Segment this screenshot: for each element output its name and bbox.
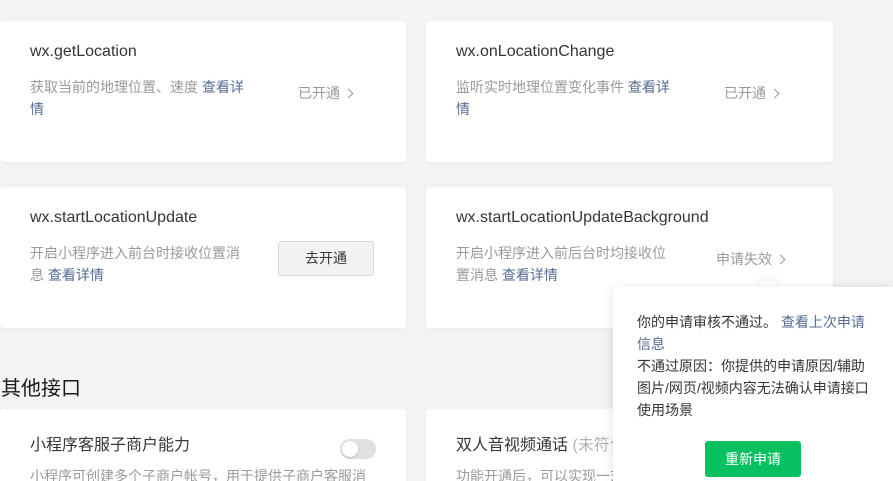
api-description-text: 监听实时地理位置变化事件: [456, 79, 624, 95]
api-card-getlocation: wx.getLocation 获取当前的地理位置、速度 查看详情 已开通: [0, 21, 406, 162]
api-card-onlocationchange: wx.onLocationChange 监听实时地理位置变化事件 查看详情 已开…: [426, 21, 833, 162]
api-title: wx.getLocation: [30, 43, 137, 60]
application-rejected-popover: 你的申请审核不通过。 查看上次申请信息 不通过原因：你提供的申请原因/辅助图片/…: [613, 287, 893, 481]
status-label: 已开通: [298, 85, 340, 101]
api-card-startlocationupdate: wx.startLocationUpdate 开启小程序进入前台时接收位置消息 …: [0, 187, 406, 328]
api-description: 获取当前的地理位置、速度 查看详情: [30, 76, 252, 120]
api-title: wx.startLocationUpdateBackground: [456, 209, 709, 226]
rejection-reason: 不通过原因：你提供的申请原因/辅助图片/网页/视频内容无法确认申请接口使用场景: [637, 358, 869, 418]
toggle-knob: [342, 441, 358, 457]
status-label: 已开通: [724, 85, 766, 101]
api-description: 开启小程序进入前台时接收位置消息 查看详情: [30, 242, 252, 286]
chevron-right-icon: [769, 88, 780, 99]
api-card-customer-service-submerchant: 小程序客服子商户能力 小程序可创建多个子商户帐号，用于提供子商户客服消: [0, 409, 406, 481]
api-title-text: 双人音视频通话: [456, 437, 569, 454]
section-title-other-apis: 其他接口: [1, 378, 81, 400]
chevron-right-icon: [775, 254, 786, 265]
status-enabled[interactable]: 已开通: [298, 83, 354, 103]
api-description-text: 获取当前的地理位置、速度: [30, 79, 198, 95]
api-title: 小程序客服子商户能力: [30, 437, 191, 454]
feature-toggle[interactable]: [340, 439, 376, 459]
api-title: wx.startLocationUpdate: [30, 209, 198, 226]
chevron-right-icon: [343, 88, 354, 99]
reapply-button[interactable]: 重新申请: [705, 441, 801, 477]
api-description: 监听实时地理位置变化事件 查看详情: [456, 76, 678, 120]
status-enabled[interactable]: 已开通: [724, 83, 780, 103]
rejection-notice: 你的申请审核不通过。: [637, 314, 777, 330]
status-label: 申请失效: [716, 251, 772, 267]
api-description-text: 开启小程序进入前后台时均接收位置消息: [456, 245, 666, 283]
api-description: 小程序可创建多个子商户帐号，用于提供子商户客服消: [30, 468, 366, 481]
api-description: 开启小程序进入前后台时均接收位置消息 查看详情: [456, 242, 678, 286]
view-details-link[interactable]: 查看详情: [502, 267, 558, 283]
enable-button[interactable]: 去开通: [278, 241, 374, 276]
api-title: 双人音视频通话 (未符合: [456, 431, 626, 455]
api-title: wx.onLocationChange: [456, 43, 615, 60]
view-details-link[interactable]: 查看详情: [48, 267, 104, 283]
popover-message: 你的申请审核不通过。 查看上次申请信息 不通过原因：你提供的申请原因/辅助图片/…: [637, 311, 873, 421]
status-expired[interactable]: 申请失效: [716, 249, 786, 269]
